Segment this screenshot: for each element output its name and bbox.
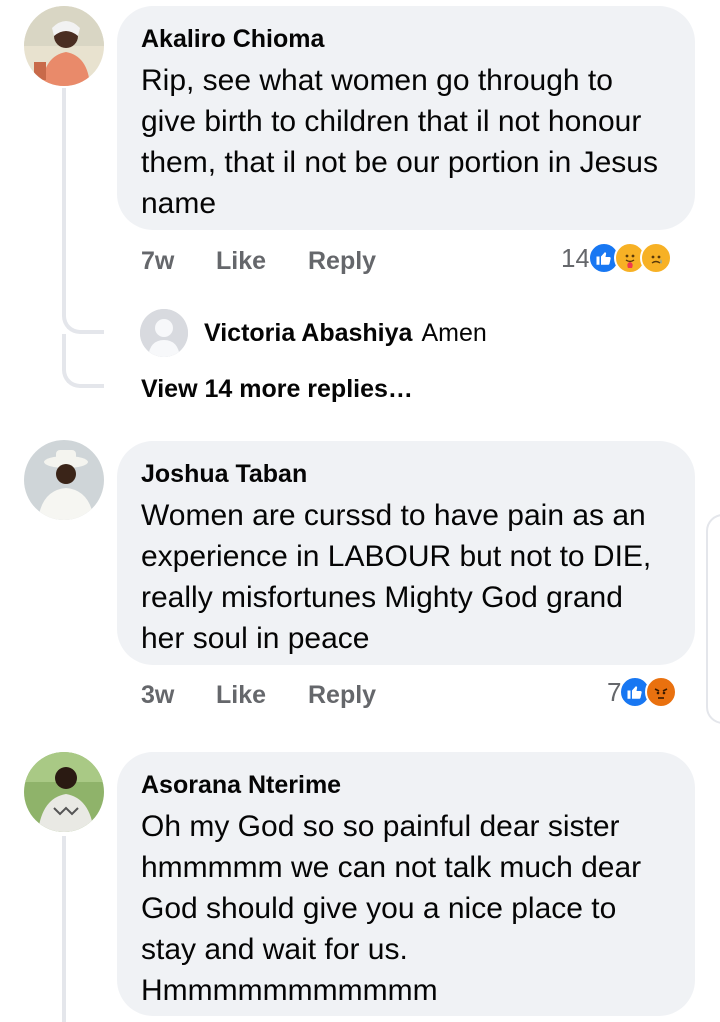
reaction-count: 14: [561, 242, 590, 273]
comment-actions: 7w Like Reply: [141, 244, 376, 278]
like-button[interactable]: Like: [216, 681, 308, 710]
thread-connector-more: [62, 334, 104, 388]
reply-text: Amen: [421, 318, 487, 347]
side-panel-edge[interactable]: [706, 514, 720, 724]
angry-reaction-icon: [645, 676, 678, 708]
comment-text: Women are curssd to have pain as an expe…: [141, 499, 652, 655]
reply-avatar[interactable]: [140, 309, 188, 357]
thread-connector-reply: [62, 300, 104, 334]
thread-line-3: [62, 836, 66, 1022]
comment-time[interactable]: 3w: [141, 681, 216, 710]
comment-actions: 3w Like Reply: [141, 678, 376, 712]
comment-author[interactable]: Joshua Taban: [141, 459, 671, 489]
reply-author[interactable]: Victoria Abashiya: [204, 319, 412, 348]
comment-bubble: Joshua Taban Women are curssd to have pa…: [117, 441, 695, 665]
like-button[interactable]: Like: [216, 247, 308, 276]
comment-bubble: Asorana Nterime Oh my God so so painful …: [117, 752, 695, 1016]
comment-text: Rip, see what women go through to give b…: [141, 64, 658, 220]
avatar[interactable]: [24, 6, 104, 86]
reply-button[interactable]: Reply: [308, 247, 376, 276]
reply-button[interactable]: Reply: [308, 681, 376, 710]
thread-line-1: [62, 88, 66, 306]
comment-bubble: Akaliro Chioma Rip, see what women go th…: [117, 6, 695, 230]
sad-reaction-icon: [639, 242, 672, 274]
comment-text: Oh my God so so painful dear sister hmmm…: [141, 810, 642, 1007]
view-more-replies-link[interactable]: View 14 more replies…: [141, 375, 413, 404]
reply-item: Victoria Abashiya Amen: [140, 309, 487, 357]
comment-time[interactable]: 7w: [141, 247, 216, 276]
comment-author[interactable]: Akaliro Chioma: [141, 24, 671, 54]
avatar[interactable]: [24, 752, 104, 832]
reaction-summary[interactable]: 14: [561, 240, 672, 276]
comment-author[interactable]: Asorana Nterime: [141, 770, 671, 800]
reaction-summary[interactable]: 7: [607, 674, 678, 710]
avatar[interactable]: [24, 440, 104, 520]
